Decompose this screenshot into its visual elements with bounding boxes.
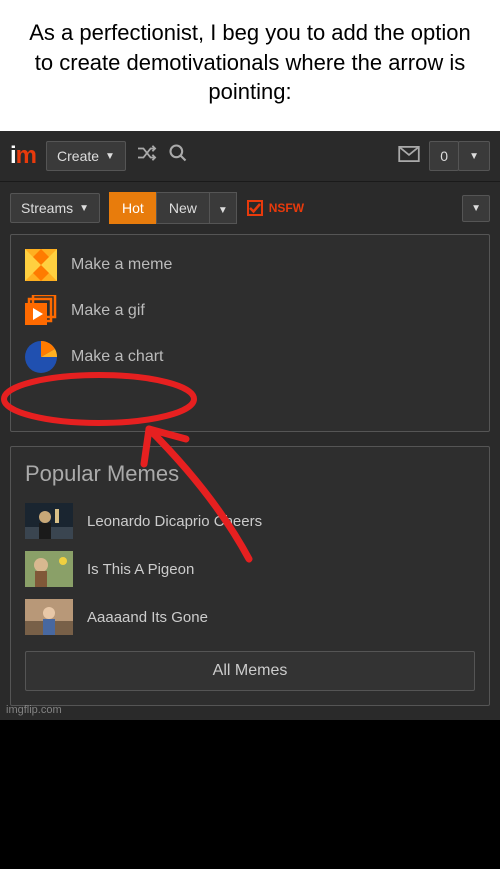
sort-new-button[interactable]: New (156, 192, 210, 224)
nsfw-checkbox (247, 200, 263, 216)
popular-memes-title: Popular Memes (25, 461, 475, 487)
meme-icon (25, 249, 57, 281)
streams-button[interactable]: Streams ▼ (10, 193, 100, 223)
sort-more-button[interactable]: ▼ (209, 192, 237, 224)
caret-down-icon: ▼ (469, 151, 479, 162)
meme-thumb (25, 503, 73, 539)
top-bar: im Create ▼ 0 ▼ (0, 131, 500, 182)
make-meme-item[interactable]: Make a meme (25, 249, 475, 281)
caret-down-icon: ▼ (105, 151, 115, 162)
make-gif-item[interactable]: Make a gif (25, 295, 475, 327)
more-options-button[interactable]: ▼ (462, 195, 490, 222)
empty-slot-highlighted (25, 387, 475, 417)
caret-down-icon: ▼ (218, 205, 228, 216)
make-gif-label: Make a gif (71, 302, 145, 320)
sort-hot-button[interactable]: Hot (109, 192, 157, 224)
watermark: imgflip.com (6, 704, 62, 716)
filter-bar: Streams ▼ Hot New ▼ NSFW ▼ (0, 182, 500, 234)
mail-icon[interactable] (398, 145, 420, 168)
meme-label: Is This A Pigeon (87, 561, 194, 578)
nsfw-label: NSFW (269, 201, 304, 215)
streams-label: Streams (21, 200, 73, 216)
make-chart-label: Make a chart (71, 348, 163, 366)
meme-item-pigeon[interactable]: Is This A Pigeon (25, 551, 475, 587)
meme-caption-text: As a perfectionist, I beg you to add the… (20, 18, 480, 107)
logo-letter-m: m (16, 142, 36, 170)
meme-item-leonardo[interactable]: Leonardo Dicaprio Cheers (25, 503, 475, 539)
notification-group: 0 ▼ (430, 141, 490, 171)
nsfw-toggle[interactable]: NSFW (247, 200, 304, 216)
site-logo[interactable]: im (10, 142, 36, 170)
popular-memes-panel: Popular Memes Leonardo Dicaprio Cheers I… (10, 446, 490, 706)
meme-thumb (25, 551, 73, 587)
caret-down-icon: ▼ (79, 203, 89, 214)
meme-caption-area: As a perfectionist, I beg you to add the… (0, 0, 500, 131)
notification-count[interactable]: 0 (429, 141, 459, 171)
shuffle-icon[interactable] (136, 144, 158, 168)
create-options-panel: Make a meme Make a gif Make a chart (10, 234, 490, 432)
all-memes-button[interactable]: All Memes (25, 651, 475, 691)
chart-icon (25, 341, 57, 373)
make-chart-item[interactable]: Make a chart (25, 341, 475, 373)
gif-icon (25, 295, 57, 327)
make-meme-label: Make a meme (71, 256, 172, 274)
notification-dropdown[interactable]: ▼ (458, 141, 490, 171)
sort-group: Hot New ▼ (110, 192, 237, 224)
meme-item-gone[interactable]: Aaaaand Its Gone (25, 599, 475, 635)
meme-label: Aaaaand Its Gone (87, 609, 208, 626)
caret-down-icon: ▼ (471, 203, 481, 214)
meme-label: Leonardo Dicaprio Cheers (87, 513, 262, 530)
create-button[interactable]: Create ▼ (46, 141, 126, 171)
meme-thumb (25, 599, 73, 635)
search-icon[interactable] (168, 143, 188, 169)
app-screenshot: im Create ▼ 0 ▼ Streams ▼ Hot New (0, 131, 500, 720)
create-label: Create (57, 148, 99, 164)
